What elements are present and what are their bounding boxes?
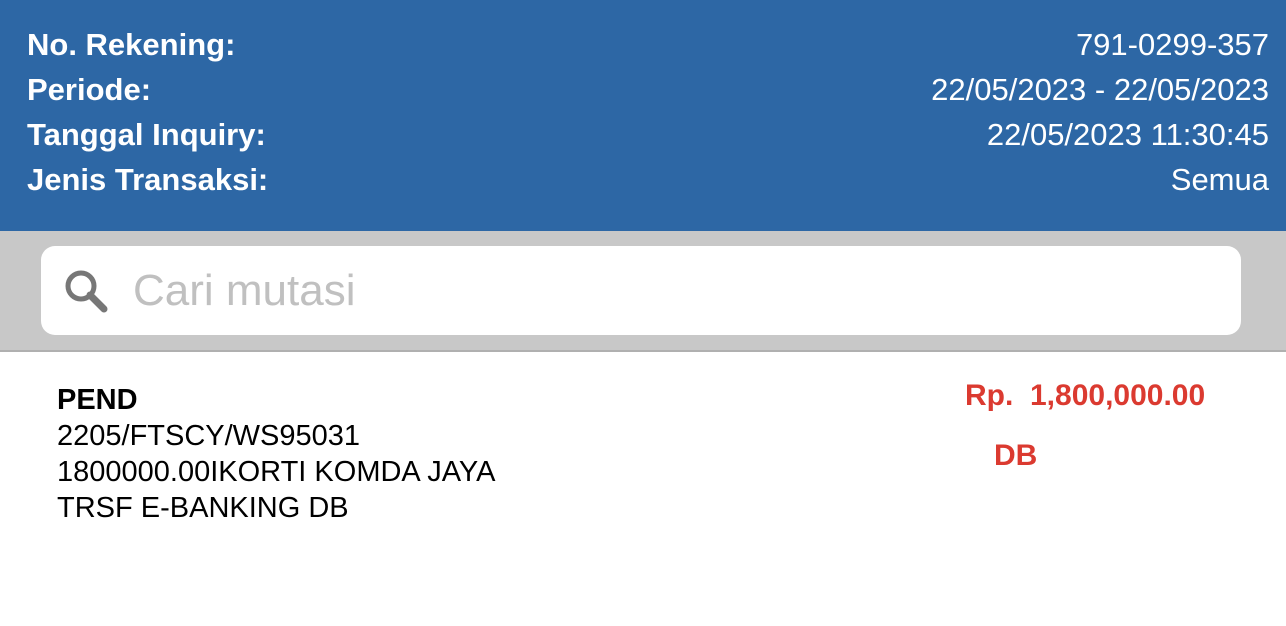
info-row-inquiry-date: Tanggal Inquiry: 22/05/2023 11:30:45 — [27, 112, 1269, 157]
search-bar — [0, 231, 1286, 352]
transaction-type: DB — [994, 439, 1038, 472]
label: Tanggal Inquiry: — [27, 117, 266, 152]
account-info-header: No. Rekening: 791-0299-357 Periode: 22/05/… — [0, 0, 1286, 231]
info-row-period: Periode: 22/05/2023 - 22/05/2023 — [27, 67, 1269, 112]
transaction-amount: Rp. 1,800,000.00 — [965, 379, 1206, 412]
search-input[interactable] — [131, 264, 1135, 317]
value: 22/05/2023 - 22/05/2023 — [931, 72, 1269, 107]
search-icon — [65, 270, 108, 312]
transaction-line: TRSF E-BANKING DB — [57, 492, 349, 524]
info-row-transaction-type: Jenis Transaksi: Semua — [27, 157, 1269, 202]
transaction-item[interactable]: PEND 2205/FTSCY/WS95031 1800000.00IKORTI… — [0, 352, 1286, 526]
label: Jenis Transaksi: — [27, 162, 269, 197]
value: Semua — [1170, 162, 1269, 197]
value: 22/05/2023 11:30:45 — [986, 117, 1269, 152]
transaction-line: 2205/FTSCY/WS95031 — [57, 420, 361, 452]
value: 791-0299-357 — [1075, 27, 1269, 62]
label: Periode: — [27, 72, 152, 107]
search-box[interactable] — [41, 246, 1241, 335]
info-row-account: No. Rekening: 791-0299-357 — [27, 22, 1269, 67]
label: No. Rekening: — [27, 27, 236, 62]
transaction-line: 1800000.00IKORTI KOMDA JAYA — [57, 456, 496, 488]
